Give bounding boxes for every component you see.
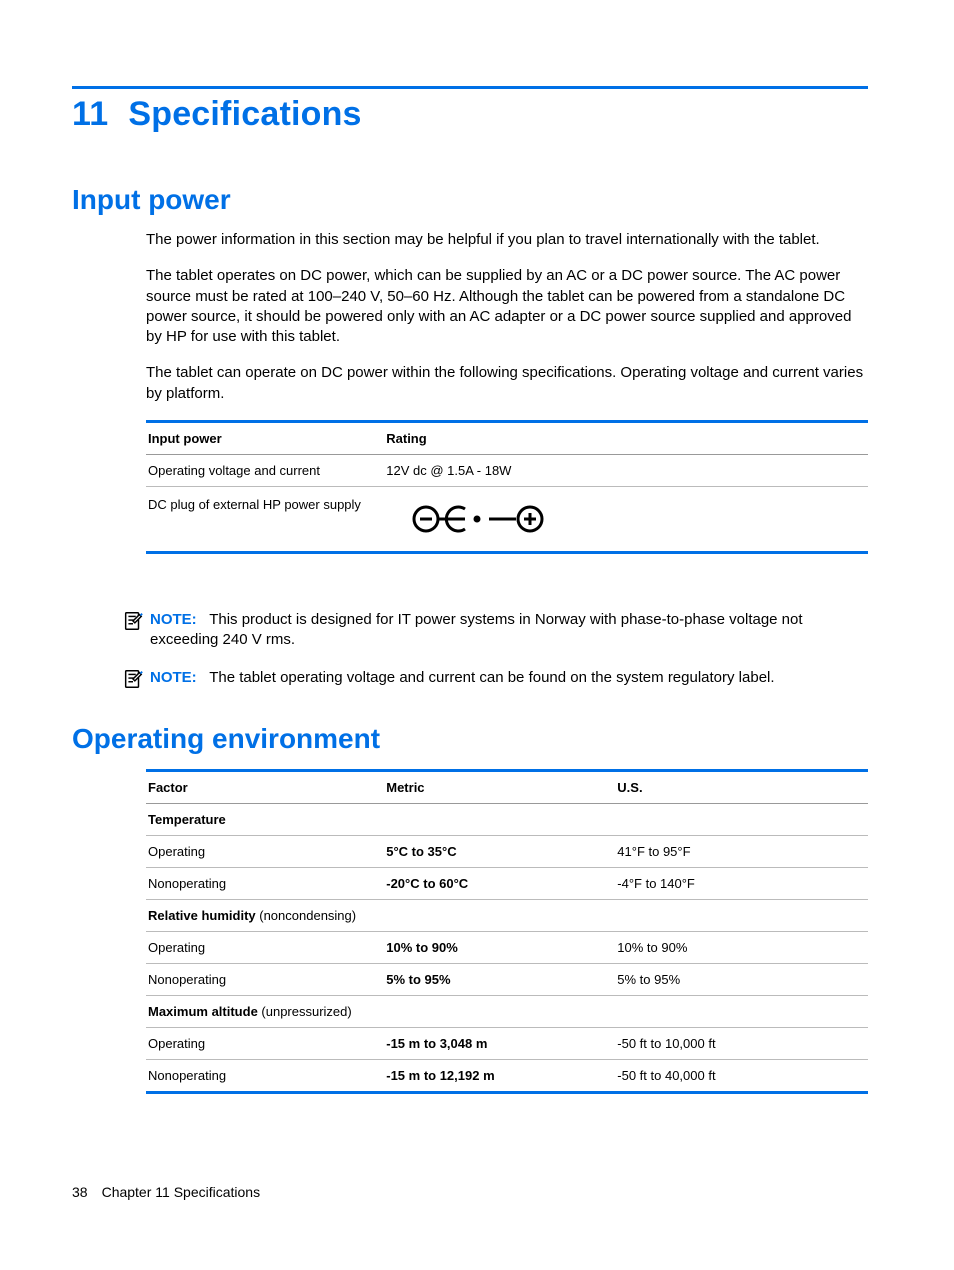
table-row: Temperature	[146, 804, 868, 836]
table-row: Operating -15 m to 3,048 m -50 ft to 10,…	[146, 1028, 868, 1060]
note-label: NOTE:	[150, 669, 197, 686]
cell: 5% to 95%	[615, 964, 868, 996]
cell: 10% to 90%	[384, 932, 615, 964]
cell-voltage-value: 12V dc @ 1.5A - 18W	[384, 454, 868, 486]
note-2: NOTE: The tablet operating voltage and c…	[122, 668, 868, 695]
input-power-paragraph-3: The tablet can operate on DC power withi…	[146, 363, 868, 404]
cell: 41°F to 95°F	[615, 836, 868, 868]
cell-dcplug-diagram	[384, 486, 868, 552]
cell: -50 ft to 40,000 ft	[615, 1060, 868, 1093]
table-row: Relative humidity (noncondensing)	[146, 900, 868, 932]
th-input-power: Input power	[146, 421, 384, 454]
note-body: The tablet operating voltage and current…	[209, 669, 774, 686]
input-power-table: Input power Rating Operating voltage and…	[146, 420, 868, 554]
section-input-power-heading: Input power	[72, 184, 868, 216]
chapter-heading: 11 Specifications	[72, 95, 868, 134]
cell: -4°F to 140°F	[615, 868, 868, 900]
table-row: Nonoperating -20°C to 60°C -4°F to 140°F	[146, 868, 868, 900]
operating-environment-table: Factor Metric U.S. Temperature Operating…	[146, 769, 868, 1094]
th-us: U.S.	[615, 771, 868, 804]
note-2-text: NOTE: The tablet operating voltage and c…	[150, 668, 775, 688]
cell-altitude-header-bold: Maximum altitude	[148, 1004, 258, 1019]
th-factor: Factor	[146, 771, 384, 804]
cell: 5% to 95%	[384, 964, 615, 996]
table-header-row: Factor Metric U.S.	[146, 771, 868, 804]
cell: -15 m to 3,048 m	[384, 1028, 615, 1060]
page-number: 38	[72, 1184, 88, 1200]
table-row: Operating voltage and current 12V dc @ 1…	[146, 454, 868, 486]
cell-temperature-header: Temperature	[146, 804, 868, 836]
cell: 10% to 90%	[615, 932, 868, 964]
cell-humidity-header: Relative humidity (noncondensing)	[146, 900, 868, 932]
chapter-top-rule	[72, 86, 868, 89]
table-row: Nonoperating 5% to 95% 5% to 95%	[146, 964, 868, 996]
chapter-number: 11	[72, 95, 108, 134]
cell: -15 m to 12,192 m	[384, 1060, 615, 1093]
cell-humidity-header-rest: (noncondensing)	[256, 908, 356, 923]
note-label: NOTE:	[150, 611, 197, 628]
cell: Operating	[146, 932, 384, 964]
table-header-row: Input power Rating	[146, 421, 868, 454]
note-icon	[122, 668, 144, 695]
table-row: Maximum altitude (unpressurized)	[146, 996, 868, 1028]
footer-chapter-label: Chapter 11 Specifications	[102, 1184, 261, 1200]
th-metric: Metric	[384, 771, 615, 804]
cell-voltage-label: Operating voltage and current	[146, 454, 384, 486]
input-power-paragraph-1: The power information in this section ma…	[146, 230, 868, 250]
note-1: NOTE: This product is designed for IT po…	[122, 610, 868, 651]
th-rating: Rating	[384, 421, 868, 454]
note-icon	[122, 610, 144, 637]
cell: Nonoperating	[146, 1060, 384, 1093]
cell-altitude-header-rest: (unpressurized)	[258, 1004, 352, 1019]
section-operating-environment-heading: Operating environment	[72, 723, 868, 755]
dc-plug-polarity-icon	[410, 497, 550, 541]
table-row: Operating 5°C to 35°C 41°F to 95°F	[146, 836, 868, 868]
cell: Operating	[146, 1028, 384, 1060]
cell-humidity-header-bold: Relative humidity	[148, 908, 256, 923]
chapter-title-text: Specifications	[128, 95, 361, 133]
input-power-paragraph-2: The tablet operates on DC power, which c…	[146, 266, 868, 347]
cell-altitude-header: Maximum altitude (unpressurized)	[146, 996, 868, 1028]
table-row: DC plug of external HP power supply	[146, 486, 868, 552]
cell: Nonoperating	[146, 868, 384, 900]
cell: -50 ft to 10,000 ft	[615, 1028, 868, 1060]
cell: Operating	[146, 836, 384, 868]
page-footer: 38 Chapter 11 Specifications	[72, 1184, 260, 1200]
cell: -20°C to 60°C	[384, 868, 615, 900]
table-row: Operating 10% to 90% 10% to 90%	[146, 932, 868, 964]
cell-dcplug-label: DC plug of external HP power supply	[146, 486, 384, 552]
cell: 5°C to 35°C	[384, 836, 615, 868]
cell: Nonoperating	[146, 964, 384, 996]
note-body: This product is designed for IT power sy…	[150, 611, 803, 648]
table-row: Nonoperating -15 m to 12,192 m -50 ft to…	[146, 1060, 868, 1093]
note-1-text: NOTE: This product is designed for IT po…	[150, 610, 868, 651]
